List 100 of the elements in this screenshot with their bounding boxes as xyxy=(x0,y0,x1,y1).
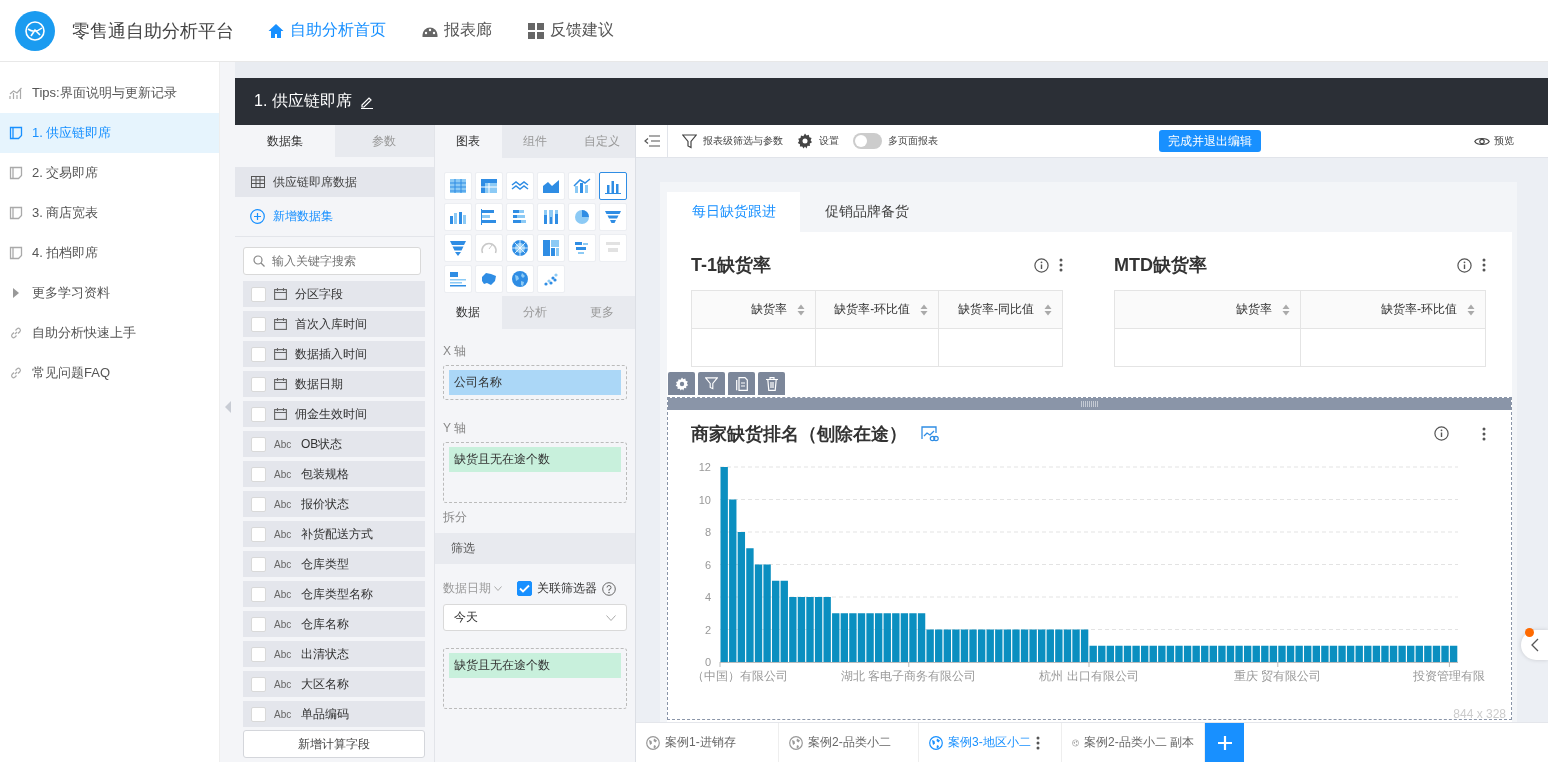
field-item[interactable]: Abc 出清状态 xyxy=(243,641,425,667)
plus-icon xyxy=(1217,735,1232,750)
chart-bar xyxy=(797,597,806,662)
collapse-handle[interactable] xyxy=(1521,630,1548,660)
field-item[interactable]: 分区字段 xyxy=(243,281,425,307)
axis-label: （中国）有限公司 xyxy=(692,669,788,683)
chart-bar xyxy=(1183,645,1192,662)
field-item[interactable]: Abc 补货配送方式 xyxy=(243,521,425,547)
section-label: 拆分 xyxy=(443,509,468,525)
calendar-icon xyxy=(274,408,287,420)
search-field[interactable]: 输入关键字搜索 xyxy=(243,247,421,275)
globe-icon xyxy=(789,735,803,750)
axis-label: 杭州 出口有限公司 xyxy=(1039,669,1139,683)
sort-icon xyxy=(1467,303,1475,316)
more-icon xyxy=(1059,258,1063,272)
field-item[interactable]: 佣金生效时间 xyxy=(243,401,425,427)
chart-bar xyxy=(1449,645,1458,662)
toggle-switch[interactable] xyxy=(853,133,882,149)
column-header[interactable]: 缺货率-环比值 xyxy=(1300,290,1486,329)
settings-icon xyxy=(797,133,813,149)
column-header[interactable]: 缺货率 xyxy=(691,290,816,329)
sidebar-item[interactable]: 4. 拍档即席 xyxy=(0,233,219,273)
field-item[interactable]: Abc 报价状态 xyxy=(243,491,425,517)
info-icon xyxy=(1457,257,1472,273)
field-name: 大区名称 xyxy=(301,675,349,693)
sidebar-item[interactable]: 常见问题FAQ xyxy=(0,353,219,393)
chart-bar xyxy=(814,597,823,662)
report-title: 1. 供应链即席 xyxy=(254,91,352,111)
axis-label: 8 xyxy=(704,526,711,538)
add-sheet-button[interactable] xyxy=(1205,723,1244,762)
field-item[interactable]: Abc OB状态 xyxy=(243,431,425,457)
field-name: 补货配送方式 xyxy=(301,525,373,543)
field-item[interactable]: Abc 仓库类型 xyxy=(243,551,425,577)
field-chip[interactable]: 缺货且无在途个数 xyxy=(449,653,621,678)
sidebar-item[interactable]: 3. 商店宽表 xyxy=(0,193,219,233)
nav-tab[interactable]: 报表廊 xyxy=(422,20,492,41)
column-header[interactable]: 缺货率 xyxy=(1114,290,1300,329)
field-item[interactable]: Abc 单品编码 xyxy=(243,701,425,727)
chart-bar xyxy=(1106,645,1115,662)
combo-chart-icon xyxy=(572,176,592,196)
field-name: 仓库类型名称 xyxy=(301,585,373,603)
field-item[interactable]: 数据插入时间 xyxy=(243,341,425,367)
checkbox[interactable] xyxy=(517,581,532,596)
axis-label: 投资管理有限 xyxy=(1413,669,1486,683)
column-header[interactable]: 缺货率-同比值 xyxy=(938,290,1063,329)
chevron-down-icon xyxy=(494,586,502,591)
collapse-menu-icon xyxy=(643,135,660,147)
settings-icon xyxy=(674,376,689,391)
chart-bar xyxy=(900,613,909,662)
dataset-item[interactable]: 供应链即席数据 xyxy=(235,167,434,197)
field-chip[interactable]: 缺货且无在途个数 xyxy=(449,447,621,472)
field-name: OB状态 xyxy=(301,435,343,453)
page-tab[interactable]: 促销品牌备货 xyxy=(800,192,933,232)
axis-label: 4 xyxy=(704,591,711,603)
notebook-icon xyxy=(9,126,23,140)
field-item[interactable]: Abc 仓库名称 xyxy=(243,611,425,637)
field-name: 数据插入时间 xyxy=(295,345,367,363)
grid-icon xyxy=(528,22,544,39)
field-name: 仓库名称 xyxy=(301,615,349,633)
sidebar-item[interactable]: 更多学习资料 xyxy=(0,273,219,313)
widget-tool-button[interactable] xyxy=(758,372,785,395)
toolbar-button[interactable]: 报表级筛选与参数 xyxy=(682,133,783,149)
axis-label: 2 xyxy=(704,623,711,636)
field-chip[interactable]: 公司名称 xyxy=(449,370,621,395)
calendar-icon xyxy=(274,318,287,330)
radar-chart-icon xyxy=(510,238,530,258)
chart-bar xyxy=(857,613,866,662)
sort-icon xyxy=(1281,303,1290,316)
pie-chart-icon xyxy=(572,207,592,227)
field-name: 报价状态 xyxy=(301,495,349,513)
field-item[interactable]: 首次入库时间 xyxy=(243,311,425,337)
preview-button[interactable]: 预览 xyxy=(1474,134,1514,148)
chart-bar xyxy=(1063,629,1072,662)
widget-tool-button[interactable] xyxy=(698,372,725,395)
add-calculated-field-button[interactable]: 新增计算字段 xyxy=(243,730,425,758)
linked-chart-icon xyxy=(921,425,939,442)
sort-icon xyxy=(920,303,929,316)
sidebar-item[interactable]: 自助分析快速上手 xyxy=(0,313,219,353)
field-item[interactable]: Abc 仓库类型名称 xyxy=(243,581,425,607)
drag-handle-icon xyxy=(1079,401,1100,407)
field-name: 首次入库时间 xyxy=(295,315,367,333)
widget-tool-button[interactable] xyxy=(668,372,695,395)
sidebar-item[interactable]: Tips:界面说明与更新记录 xyxy=(0,73,219,113)
nav-tab[interactable]: 反馈建议 xyxy=(528,20,614,41)
chart-bar xyxy=(1346,645,1355,662)
axis-label: 12 xyxy=(698,461,711,473)
chart-bar xyxy=(1226,645,1235,662)
chart-type-button[interactable] xyxy=(599,172,627,200)
field-item[interactable]: 数据日期 xyxy=(243,371,425,397)
calendar-icon xyxy=(274,348,287,360)
field-item[interactable]: Abc 包装规格 xyxy=(243,461,425,487)
column-header[interactable]: 缺货率-环比值 xyxy=(815,290,939,329)
widget-tool-button[interactable] xyxy=(728,372,755,395)
toolbar-button[interactable]: 设置 xyxy=(797,133,839,149)
more-icon xyxy=(1482,258,1486,272)
sidebar-item[interactable]: 2. 交易即席 xyxy=(0,153,219,193)
date-select[interactable]: 今天 xyxy=(443,604,627,631)
field-item[interactable]: Abc 大区名称 xyxy=(243,671,425,697)
chart-bar xyxy=(1389,645,1398,662)
globe-icon xyxy=(929,735,943,750)
